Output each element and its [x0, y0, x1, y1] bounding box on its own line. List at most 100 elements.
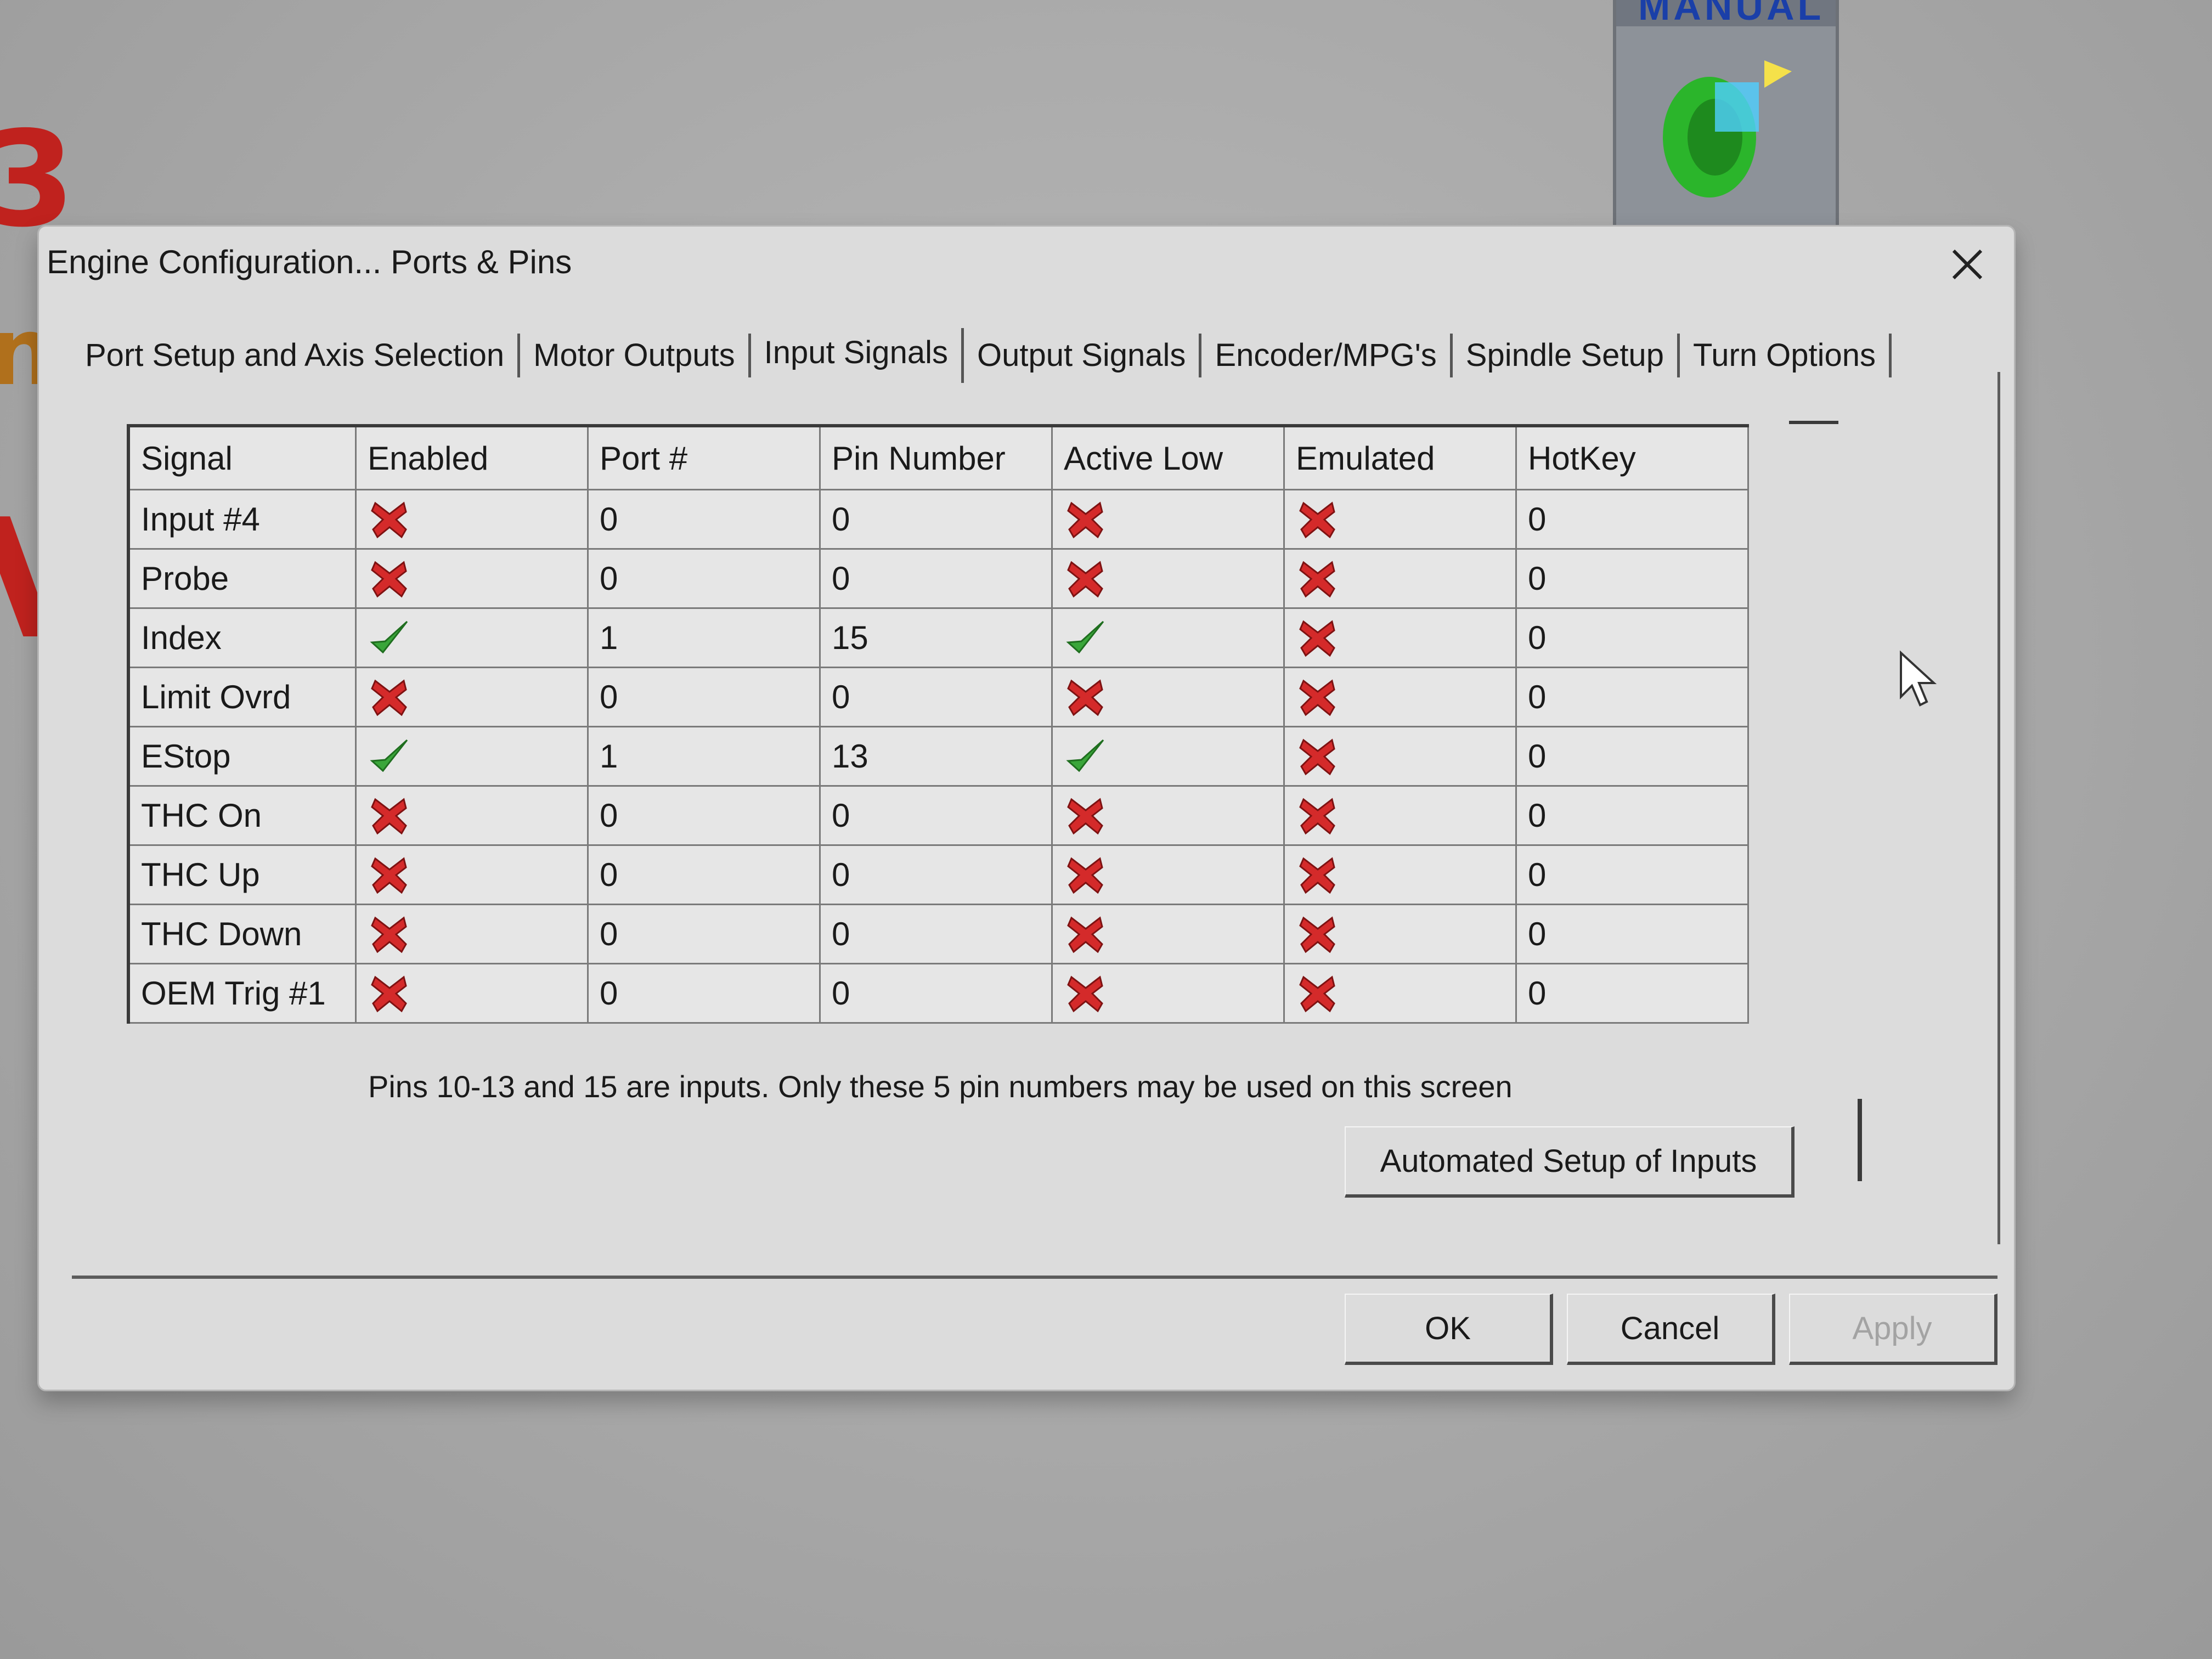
cell-active-low[interactable] [1051, 963, 1285, 1024]
col-header-hotkey[interactable]: HotKey [1515, 425, 1749, 490]
cell-port[interactable]: 1 [587, 607, 821, 668]
cell-active-low[interactable] [1051, 726, 1285, 787]
cell-pin[interactable]: 0 [819, 785, 1053, 846]
col-header-port[interactable]: Port # [587, 425, 821, 490]
cell-enabled[interactable] [355, 548, 589, 609]
red-x-icon [1064, 557, 1108, 601]
cell-active-low[interactable] [1051, 607, 1285, 668]
cell-hotkey[interactable]: 0 [1515, 726, 1749, 787]
cell-pin[interactable]: 0 [819, 844, 1053, 905]
apply-button[interactable]: Apply [1789, 1294, 1997, 1365]
tab-spindle-setup[interactable]: Spindle Setup [1453, 334, 1680, 377]
tab-motor-outputs[interactable]: Motor Outputs [520, 334, 751, 377]
cell-pin[interactable]: 0 [819, 667, 1053, 727]
table-row: EStop 1 13 0 [127, 726, 1749, 787]
col-header-pin-number[interactable]: Pin Number [819, 425, 1053, 490]
cell-signal[interactable]: Input #4 [127, 489, 357, 550]
cancel-button[interactable]: Cancel [1567, 1294, 1775, 1365]
cell-hotkey[interactable]: 0 [1515, 785, 1749, 846]
tab-port-setup[interactable]: Port Setup and Axis Selection [72, 334, 521, 377]
cell-pin[interactable]: 15 [819, 607, 1053, 668]
table-row: OEM Trig #1 0 0 0 [127, 963, 1749, 1024]
cell-pin[interactable]: 0 [819, 963, 1053, 1024]
cell-emulated[interactable] [1283, 904, 1517, 964]
cell-port[interactable]: 1 [587, 726, 821, 787]
cell-enabled[interactable] [355, 904, 589, 964]
cell-enabled[interactable] [355, 489, 589, 550]
cell-signal[interactable]: THC Down [127, 904, 357, 964]
cell-emulated[interactable] [1283, 785, 1517, 846]
cell-hotkey[interactable]: 0 [1515, 489, 1749, 550]
red-x-icon [1296, 735, 1340, 778]
tab-bar: Port Setup and Axis Selection Motor Outp… [72, 325, 1892, 386]
cell-active-low[interactable] [1051, 785, 1285, 846]
cell-active-low[interactable] [1051, 548, 1285, 609]
red-x-icon [1064, 675, 1108, 719]
col-header-active-low[interactable]: Active Low [1051, 425, 1285, 490]
cell-port[interactable]: 0 [587, 548, 821, 609]
tab-output-signals[interactable]: Output Signals [964, 334, 1202, 377]
table-row: Limit Ovrd 0 0 0 [127, 667, 1749, 727]
cell-pin[interactable]: 0 [819, 489, 1053, 550]
cell-signal[interactable]: EStop [127, 726, 357, 787]
close-icon [1952, 249, 1983, 280]
cell-emulated[interactable] [1283, 844, 1517, 905]
cell-active-low[interactable] [1051, 844, 1285, 905]
cell-port[interactable]: 0 [587, 489, 821, 550]
cell-emulated[interactable] [1283, 667, 1517, 727]
cell-enabled[interactable] [355, 963, 589, 1024]
cell-active-low[interactable] [1051, 489, 1285, 550]
cell-emulated[interactable] [1283, 548, 1517, 609]
col-header-emulated[interactable]: Emulated [1283, 425, 1517, 490]
cell-hotkey[interactable]: 0 [1515, 667, 1749, 727]
cell-pin[interactable]: 13 [819, 726, 1053, 787]
engine-config-dialog: Engine Configuration... Ports & Pins Por… [37, 225, 2016, 1391]
cell-emulated[interactable] [1283, 726, 1517, 787]
cell-signal[interactable]: Probe [127, 548, 357, 609]
red-x-icon [1064, 912, 1108, 956]
cell-emulated[interactable] [1283, 607, 1517, 668]
table-row: THC On 0 0 0 [127, 785, 1749, 846]
cell-port[interactable]: 0 [587, 963, 821, 1024]
signals-grid: Signal Enabled Port # Pin Number Active … [127, 424, 1749, 1024]
cell-hotkey[interactable]: 0 [1515, 548, 1749, 609]
scrollbar-thumb[interactable] [1858, 1099, 1862, 1181]
ok-button[interactable]: OK [1345, 1294, 1553, 1365]
cell-port[interactable]: 0 [587, 667, 821, 727]
cell-enabled[interactable] [355, 726, 589, 787]
cell-active-low[interactable] [1051, 667, 1285, 727]
cell-port[interactable]: 0 [587, 904, 821, 964]
close-button[interactable] [1943, 240, 1992, 289]
cell-signal[interactable]: Index [127, 607, 357, 668]
tab-input-signals[interactable]: Input Signals [751, 328, 964, 383]
cell-enabled[interactable] [355, 667, 589, 727]
col-header-signal[interactable]: Signal [127, 425, 357, 490]
tab-encoder-mpg[interactable]: Encoder/MPG's [1201, 334, 1453, 377]
tab-turn-options[interactable]: Turn Options [1680, 334, 1892, 377]
cell-port[interactable]: 0 [587, 844, 821, 905]
cell-signal[interactable]: OEM Trig #1 [127, 963, 357, 1024]
cell-signal[interactable]: Limit Ovrd [127, 667, 357, 727]
cell-hotkey[interactable]: 0 [1515, 963, 1749, 1024]
cell-enabled[interactable] [355, 844, 589, 905]
signals-grid-container: Signal Enabled Port # Pin Number Active … [127, 421, 1862, 1181]
cell-hotkey[interactable]: 0 [1515, 607, 1749, 668]
cell-enabled[interactable] [355, 785, 589, 846]
red-x-icon [1064, 972, 1108, 1015]
cell-signal[interactable]: THC Up [127, 844, 357, 905]
cell-pin[interactable]: 0 [819, 548, 1053, 609]
cell-hotkey[interactable]: 0 [1515, 844, 1749, 905]
cell-emulated[interactable] [1283, 963, 1517, 1024]
cell-hotkey[interactable]: 0 [1515, 904, 1749, 964]
red-x-icon [368, 853, 411, 897]
cell-pin[interactable]: 0 [819, 904, 1053, 964]
table-row: Index 1 15 0 [127, 607, 1749, 668]
cell-enabled[interactable] [355, 607, 589, 668]
automated-setup-button[interactable]: Automated Setup of Inputs [1345, 1126, 1795, 1198]
cell-signal[interactable]: THC On [127, 785, 357, 846]
cell-active-low[interactable] [1051, 904, 1285, 964]
col-header-enabled[interactable]: Enabled [355, 425, 589, 490]
cell-emulated[interactable] [1283, 489, 1517, 550]
red-x-icon [1064, 853, 1108, 897]
cell-port[interactable]: 0 [587, 785, 821, 846]
